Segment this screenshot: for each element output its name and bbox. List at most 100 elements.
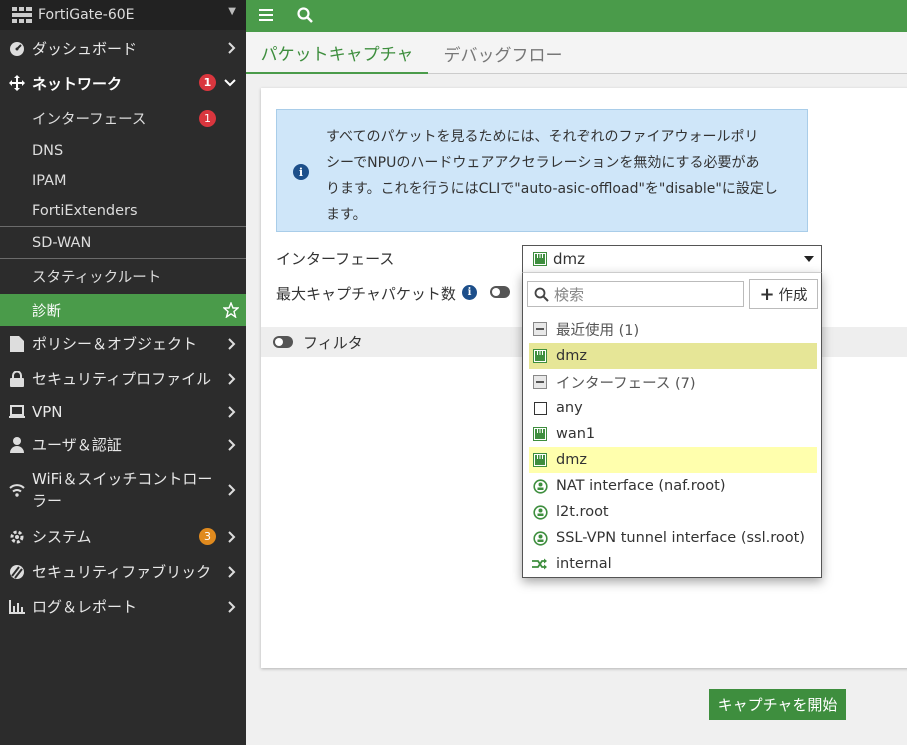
caret-down-icon: ▼ [228,6,236,17]
nav-label: WiFi＆スイッチコントロー [32,470,213,488]
notification-badge: 1 [199,74,216,91]
tab-debug-flow[interactable]: デバッグフロー [428,32,578,74]
bar-chart-icon [8,598,26,616]
nav-label: ダッシュボード [32,39,138,58]
collapse-icon [532,374,548,390]
nav-wifi-switch[interactable]: WiFi＆スイッチコントロー ラー [0,461,246,519]
item-label: any [556,400,583,416]
info-line: ります。これを行うにはCLIで"auto-asic-offload"を"disa… [326,181,778,197]
list-item[interactable]: SSL-VPN tunnel interface (ssl.root) [529,525,817,551]
list-item[interactable]: any [529,395,817,421]
plus-icon: + [759,283,775,305]
notification-badge: 1 [199,110,216,127]
nav-label: セキュリティファブリック [32,563,212,581]
selected-value: dmz [553,250,586,268]
tunnel-icon [532,478,548,494]
info-message-box: i すべてのパケットを見るためには、それぞれのファイアウォールポリ シーでNPU… [276,109,808,232]
search-icon[interactable] [297,7,313,23]
interface-dropdown-menu: 検索 + 作成 最近使用 (1) dmz インターフェース (7) any wa… [522,272,822,578]
nav-user-auth[interactable]: ユーザ＆認証 [0,428,246,461]
nav-label: ネットワーク [32,74,123,93]
nav-security-profiles[interactable]: セキュリティプロファイル [0,361,246,396]
nav-diagnostics[interactable]: 診断 [0,294,246,326]
info-line: すべてのパケットを見るためには、それぞれのファイアウォールポリ [326,129,759,145]
nav-label: ログ＆レポート [32,598,138,616]
nav-label: IPAM [32,173,67,189]
nav-sd-wan[interactable]: SD-WAN [0,227,246,258]
info-line: シーでNPUのハードウェアアクセラレーションを無効にする必要があ [326,155,760,171]
max-packets-label: 最大キャプチャパケット数 [276,285,456,303]
chevron-right-icon [228,600,236,613]
interface-select[interactable]: dmz [522,245,822,272]
nav-label: ユーザ＆認証 [32,436,122,454]
item-label: SSL-VPN tunnel interface (ssl.root) [556,530,805,546]
nav-interfaces[interactable]: インターフェース 1 [0,100,246,136]
star-icon[interactable] [223,302,239,318]
nav-static-routes[interactable]: スタティックルート [0,259,246,294]
info-message: すべてのパケットを見るためには、それぞれのファイアウォールポリ シーでNPUのハ… [326,124,801,228]
nav-label: DNS [32,143,64,159]
list-item[interactable]: NAT interface (naf.root) [529,473,817,499]
nav-label-group: WiFi＆スイッチコントロー ラー [32,468,212,512]
chevron-right-icon [228,438,236,451]
nav-log-report[interactable]: ログ＆レポート [0,589,246,624]
group-header-recent[interactable]: 最近使用 (1) [529,316,817,342]
nav-system[interactable]: システム 3 [0,519,246,554]
item-label: dmz [556,452,587,468]
list-item[interactable]: l2t.root [529,499,817,525]
list-item[interactable]: wan1 [529,421,817,447]
group-label: インターフェース (7) [556,375,696,392]
nav-fortiextenders[interactable]: FortiExtenders [0,196,246,226]
laptop-icon [8,403,26,421]
list-item[interactable]: dmz [529,343,817,369]
max-packets-toggle[interactable] [490,286,510,298]
nav-label: SD-WAN [32,234,92,251]
nav-label: システム [32,528,92,546]
hamburger-menu-icon[interactable] [259,8,273,22]
nav-dns[interactable]: DNS [0,136,246,166]
item-label: l2t.root [556,504,609,520]
collapse-icon [532,321,548,337]
nav-policy-objects[interactable]: ポリシー＆オブジェクト [0,326,246,361]
item-label: NAT interface (naf.root) [556,478,726,494]
start-capture-button[interactable]: キャプチャを開始 [709,689,846,720]
nav-label: FortiExtenders [32,203,138,219]
caret-down-icon [804,256,814,262]
chevron-right-icon [228,565,236,578]
filter-toggle[interactable] [273,336,293,348]
port-icon [532,348,548,364]
nav-ipam[interactable]: IPAM [0,166,246,196]
search-input[interactable]: 検索 [527,281,744,307]
chevron-right-icon [228,337,236,350]
nav-network[interactable]: ネットワーク 1 [0,66,246,100]
nav-dashboard[interactable]: ダッシュボード [0,30,246,66]
nav-label: セキュリティプロファイル [32,370,212,388]
group-label: 最近使用 (1) [556,322,640,339]
nav-label: インターフェース [32,111,147,128]
nav-label: スタティックルート [32,270,162,286]
chevron-down-icon [224,79,236,87]
device-selector[interactable]: FortiGate-60E ▼ [0,0,246,30]
fabric-icon [8,563,26,581]
nav-label: ポリシー＆オブジェクト [32,335,198,353]
search-icon [534,287,549,302]
port-icon [532,452,548,468]
create-button[interactable]: + 作成 [749,279,818,309]
list-item[interactable]: dmz [529,447,817,473]
nav-label: 診断 [32,303,61,320]
device-name: FortiGate-60E [38,7,135,23]
group-header-interfaces[interactable]: インターフェース (7) [529,369,817,395]
switch-icon [532,556,548,572]
document-icon [8,335,26,353]
dashboard-icon [8,39,26,57]
port-icon [533,252,547,266]
info-icon[interactable]: i [462,285,477,300]
interface-label: インターフェース [276,250,395,268]
item-label: internal [556,556,612,572]
tab-packet-capture[interactable]: パケットキャプチャ [246,32,428,74]
move-arrows-icon [8,74,26,92]
nav-vpn[interactable]: VPN [0,396,246,428]
port-icon [532,426,548,442]
list-item[interactable]: internal [529,551,817,577]
nav-security-fabric[interactable]: セキュリティファブリック [0,554,246,589]
